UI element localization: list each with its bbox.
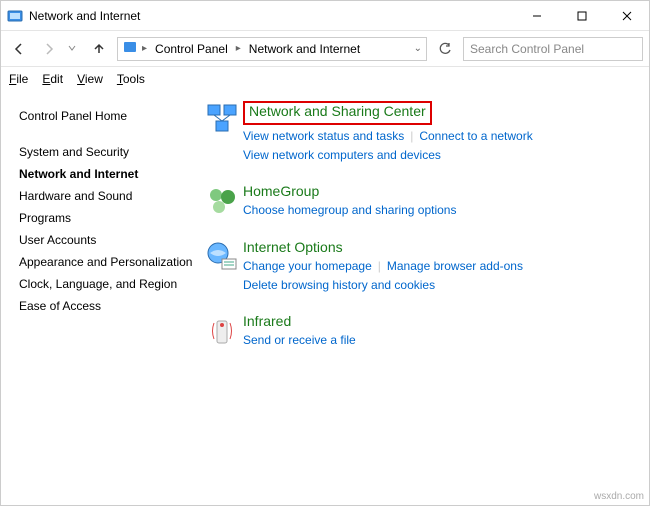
category-infrared: Infrared Send or receive a file — [201, 313, 639, 350]
category-internet-options: Internet Options Change your homepage|Ma… — [201, 239, 639, 295]
window-controls — [514, 1, 649, 31]
category-title[interactable]: HomeGroup — [243, 183, 319, 199]
link-delete-history[interactable]: Delete browsing history and cookies — [243, 278, 435, 292]
refresh-button[interactable] — [433, 37, 457, 61]
category-title[interactable]: Network and Sharing Center — [249, 103, 426, 119]
chevron-right-icon: ▸ — [142, 43, 147, 54]
sidebar-item-programs[interactable]: Programs — [19, 207, 193, 229]
link-homegroup-options[interactable]: Choose homegroup and sharing options — [243, 203, 456, 217]
link-connect-network[interactable]: Connect to a network — [419, 129, 532, 143]
app-icon — [7, 8, 23, 24]
address-dropdown[interactable]: ⌄ — [414, 43, 422, 54]
link-view-computers[interactable]: View network computers and devices — [243, 148, 441, 162]
link-manage-addons[interactable]: Manage browser add-ons — [387, 259, 523, 273]
maximize-button[interactable] — [559, 1, 604, 31]
link-send-receive[interactable]: Send or receive a file — [243, 333, 356, 347]
content-area: Control Panel Home System and Security N… — [1, 91, 649, 378]
history-dropdown[interactable] — [67, 42, 81, 56]
homegroup-icon — [201, 183, 243, 220]
close-button[interactable] — [604, 1, 649, 31]
menu-bar: File Edit View Tools — [1, 67, 649, 91]
toolbar: ▸ Control Panel ▸ Network and Internet ⌄… — [1, 31, 649, 67]
category-network-sharing: Network and Sharing Center View network … — [201, 101, 639, 165]
link-view-status[interactable]: View network status and tasks — [243, 129, 404, 143]
link-change-homepage[interactable]: Change your homepage — [243, 259, 372, 273]
main-panel: Network and Sharing Center View network … — [201, 91, 649, 378]
internet-options-icon — [201, 239, 243, 295]
sidebar-item-appearance[interactable]: Appearance and Personalization — [19, 251, 193, 273]
up-button[interactable] — [87, 37, 111, 61]
infrared-icon — [201, 313, 243, 350]
search-placeholder: Search Control Panel — [470, 42, 584, 56]
menu-edit[interactable]: Edit — [42, 72, 63, 86]
back-button[interactable] — [7, 37, 31, 61]
breadcrumb-control-panel[interactable]: Control Panel — [151, 42, 232, 56]
sidebar-item-system-security[interactable]: System and Security — [19, 141, 193, 163]
menu-view[interactable]: View — [77, 72, 103, 86]
sidebar-home[interactable]: Control Panel Home — [19, 105, 193, 127]
sidebar-item-network-internet[interactable]: Network and Internet — [19, 163, 193, 185]
menu-file[interactable]: File — [9, 72, 28, 86]
network-sharing-icon — [201, 101, 243, 165]
category-title[interactable]: Internet Options — [243, 239, 343, 255]
sidebar-item-hardware-sound[interactable]: Hardware and Sound — [19, 185, 193, 207]
window-title: Network and Internet — [29, 9, 514, 23]
sidebar-item-ease-access[interactable]: Ease of Access — [19, 295, 193, 317]
titlebar: Network and Internet — [1, 1, 649, 31]
menu-tools[interactable]: Tools — [117, 72, 145, 86]
highlight-box: Network and Sharing Center — [243, 101, 432, 125]
address-bar[interactable]: ▸ Control Panel ▸ Network and Internet ⌄ — [117, 37, 427, 61]
sidebar: Control Panel Home System and Security N… — [1, 91, 201, 378]
chevron-right-icon: ▸ — [236, 43, 241, 54]
forward-button[interactable] — [37, 37, 61, 61]
minimize-button[interactable] — [514, 1, 559, 31]
breadcrumb-network-internet[interactable]: Network and Internet — [245, 42, 364, 56]
sidebar-item-clock-language[interactable]: Clock, Language, and Region — [19, 273, 193, 295]
watermark: wsxdn.com — [594, 491, 644, 502]
breadcrumb-icon — [122, 39, 138, 58]
category-title[interactable]: Infrared — [243, 313, 291, 329]
search-input[interactable]: Search Control Panel — [463, 37, 643, 61]
category-homegroup: HomeGroup Choose homegroup and sharing o… — [201, 183, 639, 220]
sidebar-item-user-accounts[interactable]: User Accounts — [19, 229, 193, 251]
